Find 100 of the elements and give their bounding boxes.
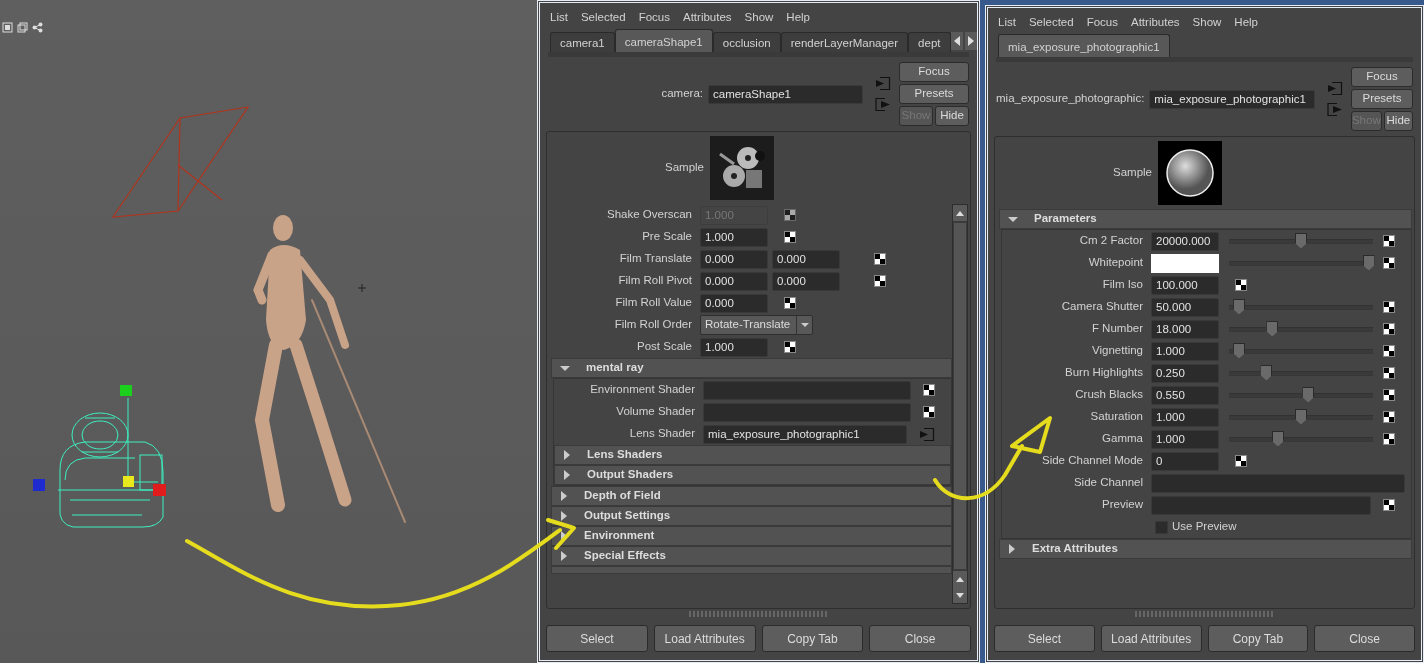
resize-handle[interactable] [1134, 611, 1275, 617]
menu-item[interactable]: Selected [580, 9, 626, 25]
section-header[interactable]: Depth of Field [551, 486, 952, 506]
header-button[interactable]: Focus [1350, 67, 1413, 87]
menu-item[interactable]: Attributes [683, 9, 732, 25]
map-checker-icon[interactable] [1383, 345, 1395, 357]
header-button[interactable]: Presets [1350, 89, 1413, 109]
node-name-field[interactable]: mia_exposure_photographic1 [1149, 89, 1315, 109]
value-field[interactable]: 0.000 [772, 249, 840, 269]
tab[interactable]: dept [908, 32, 951, 52]
text-field[interactable] [703, 380, 911, 400]
section-header[interactable]: Parameters [999, 209, 1412, 229]
collapse-caret-icon[interactable] [1008, 215, 1018, 223]
slider-thumb[interactable] [1362, 254, 1375, 271]
section-header[interactable]: Environment [551, 526, 952, 546]
copy-icon[interactable] [17, 22, 28, 33]
menu-item[interactable]: List [550, 9, 568, 25]
slider-thumb[interactable] [1295, 232, 1307, 249]
up-arrow-icon[interactable] [956, 210, 964, 216]
value-field[interactable]: 0.000 [772, 271, 840, 291]
up-arrow-icon[interactable] [956, 576, 964, 582]
map-checker-icon[interactable] [1235, 279, 1247, 291]
section-header[interactable]: Output Shaders [554, 465, 951, 485]
section-header[interactable]: Output Settings [551, 506, 952, 526]
map-checker-icon[interactable] [784, 231, 796, 243]
value-field[interactable]: 0.000 [700, 249, 768, 269]
menu-item[interactable]: Focus [1086, 14, 1118, 30]
map-checker-icon[interactable] [874, 275, 886, 287]
section-header[interactable]: mental ray [551, 358, 952, 378]
map-checker-icon[interactable] [784, 297, 796, 309]
map-checker-icon[interactable] [1235, 455, 1247, 467]
tab[interactable]: renderLayerManager [780, 32, 909, 52]
menu-item[interactable]: Show [1192, 14, 1222, 30]
footer-button[interactable]: Close [869, 625, 971, 652]
section-header[interactable]: Special Effects [551, 546, 952, 566]
menu-item[interactable]: List [998, 14, 1016, 30]
share-icon[interactable] [32, 22, 43, 33]
value-field[interactable]: 0 [1151, 451, 1219, 471]
header-button[interactable]: Focus [899, 62, 969, 82]
dropdown[interactable]: Rotate-Translate [700, 315, 814, 335]
header-button[interactable]: Hide [1383, 111, 1413, 131]
color-swatch[interactable] [1151, 253, 1219, 273]
map-checker-icon[interactable] [1383, 323, 1395, 335]
value-field[interactable]: 100.000 [1151, 275, 1219, 295]
map-checker-icon[interactable] [1383, 411, 1395, 423]
text-field[interactable] [1151, 473, 1405, 493]
slider-thumb[interactable] [1302, 386, 1315, 403]
map-checker-icon[interactable] [923, 384, 935, 396]
expand-caret-icon[interactable] [1008, 544, 1016, 554]
menu-item[interactable]: Help [1234, 14, 1258, 30]
map-checker-icon[interactable] [784, 341, 796, 353]
footer-button[interactable]: Copy Tab [761, 625, 864, 652]
slider-thumb[interactable] [1271, 430, 1284, 447]
slider-thumb[interactable] [1260, 364, 1273, 381]
text-field[interactable] [703, 402, 911, 422]
menu-item[interactable]: Focus [638, 9, 670, 25]
value-field[interactable]: 1.000 [1151, 429, 1219, 449]
input-connection-icon[interactable] [1326, 81, 1343, 96]
header-button[interactable]: Presets [899, 84, 969, 104]
section-header[interactable]: Extra Attributes [999, 539, 1412, 559]
slider-thumb[interactable] [1233, 342, 1246, 359]
value-field[interactable]: 18.000 [1151, 319, 1219, 339]
map-checker-icon[interactable] [1383, 301, 1395, 313]
value-field[interactable]: 0.250 [1151, 363, 1219, 383]
menu-item[interactable]: Show [744, 9, 774, 25]
resize-handle[interactable] [688, 611, 829, 617]
tab[interactable]: occlusion [712, 32, 781, 52]
checkbox[interactable] [1155, 520, 1168, 534]
header-button[interactable]: Hide [935, 106, 969, 126]
map-checker-icon[interactable] [1383, 389, 1395, 401]
map-checker-icon[interactable] [784, 209, 796, 221]
right-arrow-icon[interactable] [967, 36, 974, 46]
value-field[interactable]: 1.000 [1151, 341, 1219, 361]
footer-button[interactable]: Load Attributes [1100, 625, 1202, 652]
footer-button[interactable]: Select [994, 625, 1095, 652]
map-checker-icon[interactable] [1383, 433, 1395, 445]
menu-item[interactable]: Attributes [1131, 14, 1180, 30]
map-checker-icon[interactable] [1383, 235, 1395, 247]
slider-thumb[interactable] [1295, 408, 1307, 425]
map-checker-icon[interactable] [1383, 367, 1395, 379]
down-arrow-icon[interactable] [956, 592, 964, 598]
section-header[interactable]: Lens Shaders [554, 445, 951, 465]
collapse-caret-icon[interactable] [560, 364, 570, 372]
tab[interactable]: mia_exposure_photographic1 [998, 34, 1170, 57]
node-name-field[interactable]: cameraShape1 [708, 84, 863, 104]
grid-icon[interactable] [2, 22, 13, 33]
value-field[interactable]: 50.000 [1151, 297, 1219, 317]
scrollbar[interactable] [952, 204, 968, 604]
map-checker-icon[interactable] [874, 253, 886, 265]
value-field[interactable]: 1.000 [1151, 407, 1219, 427]
menu-item[interactable]: Selected [1028, 14, 1074, 30]
value-field[interactable]: 1.000 [700, 227, 768, 247]
value-field[interactable]: 0.000 [700, 293, 768, 313]
value-field[interactable]: 0.000 [700, 271, 768, 291]
map-checker-icon[interactable] [923, 406, 935, 418]
footer-button[interactable]: Select [546, 625, 648, 652]
footer-button[interactable]: Copy Tab [1207, 625, 1309, 652]
slider-thumb[interactable] [1266, 320, 1279, 337]
footer-button[interactable]: Close [1314, 625, 1415, 652]
map-checker-icon[interactable] [1383, 499, 1395, 511]
